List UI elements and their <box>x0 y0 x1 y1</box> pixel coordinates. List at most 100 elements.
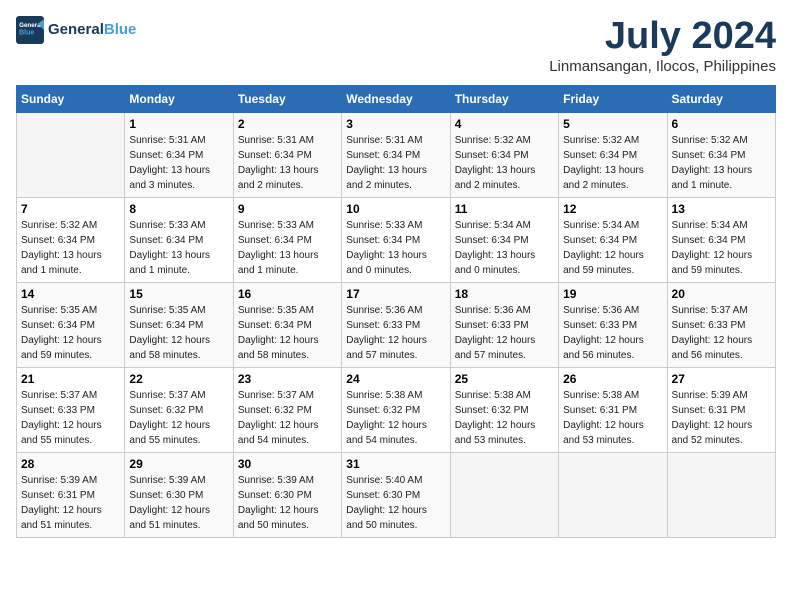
day-info: Sunrise: 5:32 AM Sunset: 6:34 PM Dayligh… <box>21 218 120 278</box>
day-number: 24 <box>346 372 445 386</box>
week-row-1: 1 Sunrise: 5:31 AM Sunset: 6:34 PM Daylig… <box>17 112 776 197</box>
day-info: Sunrise: 5:36 AM Sunset: 6:33 PM Dayligh… <box>563 303 662 363</box>
day-number: 29 <box>129 457 228 471</box>
day-number: 6 <box>672 117 771 131</box>
logo: General Blue GeneralBlue <box>16 16 136 44</box>
day-number: 16 <box>238 287 337 301</box>
day-number: 17 <box>346 287 445 301</box>
day-info: Sunrise: 5:35 AM Sunset: 6:34 PM Dayligh… <box>238 303 337 363</box>
calendar-cell: 8Sunrise: 5:33 AM Sunset: 6:34 PM Daylig… <box>125 197 233 282</box>
col-monday: Monday <box>125 85 233 112</box>
calendar-cell <box>17 112 125 197</box>
day-number: 25 <box>455 372 554 386</box>
day-info: Sunrise: 5:31 AM Sunset: 6:34 PM Dayligh… <box>129 133 228 193</box>
day-info: Sunrise: 5:40 AM Sunset: 6:30 PM Dayligh… <box>346 473 445 533</box>
calendar-cell: 23 Sunrise: 5:37 AM Sunset: 6:32 PM Dayli… <box>233 367 341 452</box>
calendar-cell <box>450 452 558 537</box>
calendar-cell: 2 Sunrise: 5:31 AM Sunset: 6:34 PM Daylig… <box>233 112 341 197</box>
day-number: 22 <box>129 372 228 386</box>
calendar-table: Sunday Monday Tuesday Wednesday Thursday… <box>16 85 776 538</box>
day-info: Sunrise: 5:37 AM Sunset: 6:32 PM Dayligh… <box>129 388 228 448</box>
logo-text: GeneralBlue <box>48 21 136 39</box>
day-number: 20 <box>672 287 771 301</box>
calendar-cell: 16 Sunrise: 5:35 AM Sunset: 6:34 PM Dayli… <box>233 282 341 367</box>
day-number: 2 <box>238 117 337 131</box>
calendar-cell: 21Sunrise: 5:37 AM Sunset: 6:33 PM Dayli… <box>17 367 125 452</box>
calendar-cell: 5 Sunrise: 5:32 AM Sunset: 6:34 PM Daylig… <box>559 112 667 197</box>
day-info: Sunrise: 5:39 AM Sunset: 6:31 PM Dayligh… <box>21 473 120 533</box>
calendar-cell: 3Sunrise: 5:31 AM Sunset: 6:34 PM Daylig… <box>342 112 450 197</box>
day-info: Sunrise: 5:39 AM Sunset: 6:30 PM Dayligh… <box>238 473 337 533</box>
day-number: 11 <box>455 202 554 216</box>
day-info: Sunrise: 5:37 AM Sunset: 6:33 PM Dayligh… <box>21 388 120 448</box>
day-info: Sunrise: 5:33 AM Sunset: 6:34 PM Dayligh… <box>346 218 445 278</box>
day-number: 30 <box>238 457 337 471</box>
day-number: 1 <box>129 117 228 131</box>
calendar-cell: 11Sunrise: 5:34 AM Sunset: 6:34 PM Dayli… <box>450 197 558 282</box>
day-info: Sunrise: 5:35 AM Sunset: 6:34 PM Dayligh… <box>21 303 120 363</box>
day-number: 27 <box>672 372 771 386</box>
col-saturday: Saturday <box>667 85 775 112</box>
day-info: Sunrise: 5:33 AM Sunset: 6:34 PM Dayligh… <box>129 218 228 278</box>
day-info: Sunrise: 5:31 AM Sunset: 6:34 PM Dayligh… <box>238 133 337 193</box>
calendar-cell: 26 Sunrise: 5:38 AM Sunset: 6:31 PM Dayli… <box>559 367 667 452</box>
calendar-cell <box>667 452 775 537</box>
day-number: 10 <box>346 202 445 216</box>
day-number: 7 <box>21 202 120 216</box>
day-info: Sunrise: 5:32 AM Sunset: 6:34 PM Dayligh… <box>563 133 662 193</box>
calendar-cell: 1 Sunrise: 5:31 AM Sunset: 6:34 PM Daylig… <box>125 112 233 197</box>
calendar-cell: 4 Sunrise: 5:32 AM Sunset: 6:34 PM Daylig… <box>450 112 558 197</box>
day-info: Sunrise: 5:32 AM Sunset: 6:34 PM Dayligh… <box>672 133 771 193</box>
calendar-cell: 12 Sunrise: 5:34 AM Sunset: 6:34 PM Dayli… <box>559 197 667 282</box>
day-info: Sunrise: 5:38 AM Sunset: 6:32 PM Dayligh… <box>455 388 554 448</box>
calendar-cell: 14 Sunrise: 5:35 AM Sunset: 6:34 PM Dayli… <box>17 282 125 367</box>
day-number: 4 <box>455 117 554 131</box>
day-number: 18 <box>455 287 554 301</box>
day-info: Sunrise: 5:38 AM Sunset: 6:32 PM Dayligh… <box>346 388 445 448</box>
calendar-cell: 9Sunrise: 5:33 AM Sunset: 6:34 PM Daylig… <box>233 197 341 282</box>
col-wednesday: Wednesday <box>342 85 450 112</box>
subtitle: Linmansangan, Ilocos, Philippines <box>549 58 776 75</box>
calendar-cell: 19 Sunrise: 5:36 AM Sunset: 6:33 PM Dayli… <box>559 282 667 367</box>
day-number: 19 <box>563 287 662 301</box>
day-number: 31 <box>346 457 445 471</box>
page-header: General Blue GeneralBlue July 2024 Linma… <box>16 16 776 75</box>
col-friday: Friday <box>559 85 667 112</box>
calendar-cell: 10 Sunrise: 5:33 AM Sunset: 6:34 PM Dayli… <box>342 197 450 282</box>
week-row-2: 7 Sunrise: 5:32 AM Sunset: 6:34 PM Daylig… <box>17 197 776 282</box>
day-number: 13 <box>672 202 771 216</box>
calendar-cell: 20 Sunrise: 5:37 AM Sunset: 6:33 PM Dayli… <box>667 282 775 367</box>
day-info: Sunrise: 5:37 AM Sunset: 6:33 PM Dayligh… <box>672 303 771 363</box>
calendar-cell: 13 Sunrise: 5:34 AM Sunset: 6:34 PM Dayli… <box>667 197 775 282</box>
calendar-cell: 27 Sunrise: 5:39 AM Sunset: 6:31 PM Dayli… <box>667 367 775 452</box>
week-row-5: 28 Sunrise: 5:39 AM Sunset: 6:31 PM Dayli… <box>17 452 776 537</box>
day-info: Sunrise: 5:38 AM Sunset: 6:31 PM Dayligh… <box>563 388 662 448</box>
day-info: Sunrise: 5:34 AM Sunset: 6:34 PM Dayligh… <box>563 218 662 278</box>
day-number: 5 <box>563 117 662 131</box>
calendar-cell: 7 Sunrise: 5:32 AM Sunset: 6:34 PM Daylig… <box>17 197 125 282</box>
day-info: Sunrise: 5:31 AM Sunset: 6:34 PM Dayligh… <box>346 133 445 193</box>
day-info: Sunrise: 5:35 AM Sunset: 6:34 PM Dayligh… <box>129 303 228 363</box>
day-info: Sunrise: 5:34 AM Sunset: 6:34 PM Dayligh… <box>672 218 771 278</box>
day-number: 23 <box>238 372 337 386</box>
day-number: 14 <box>21 287 120 301</box>
day-info: Sunrise: 5:36 AM Sunset: 6:33 PM Dayligh… <box>455 303 554 363</box>
calendar-cell: 29Sunrise: 5:39 AM Sunset: 6:30 PM Dayli… <box>125 452 233 537</box>
day-number: 9 <box>238 202 337 216</box>
calendar-cell: 30 Sunrise: 5:39 AM Sunset: 6:30 PM Dayli… <box>233 452 341 537</box>
day-number: 12 <box>563 202 662 216</box>
day-info: Sunrise: 5:32 AM Sunset: 6:34 PM Dayligh… <box>455 133 554 193</box>
calendar-cell <box>559 452 667 537</box>
day-info: Sunrise: 5:36 AM Sunset: 6:33 PM Dayligh… <box>346 303 445 363</box>
header-row: Sunday Monday Tuesday Wednesday Thursday… <box>17 85 776 112</box>
col-tuesday: Tuesday <box>233 85 341 112</box>
day-info: Sunrise: 5:37 AM Sunset: 6:32 PM Dayligh… <box>238 388 337 448</box>
calendar-cell: 6 Sunrise: 5:32 AM Sunset: 6:34 PM Daylig… <box>667 112 775 197</box>
day-info: Sunrise: 5:39 AM Sunset: 6:31 PM Dayligh… <box>672 388 771 448</box>
day-number: 28 <box>21 457 120 471</box>
day-number: 26 <box>563 372 662 386</box>
day-number: 15 <box>129 287 228 301</box>
calendar-cell: 24 Sunrise: 5:38 AM Sunset: 6:32 PM Dayli… <box>342 367 450 452</box>
calendar-cell: 15 Sunrise: 5:35 AM Sunset: 6:34 PM Dayli… <box>125 282 233 367</box>
title-block: July 2024 Linmansangan, Ilocos, Philippi… <box>549 16 776 75</box>
